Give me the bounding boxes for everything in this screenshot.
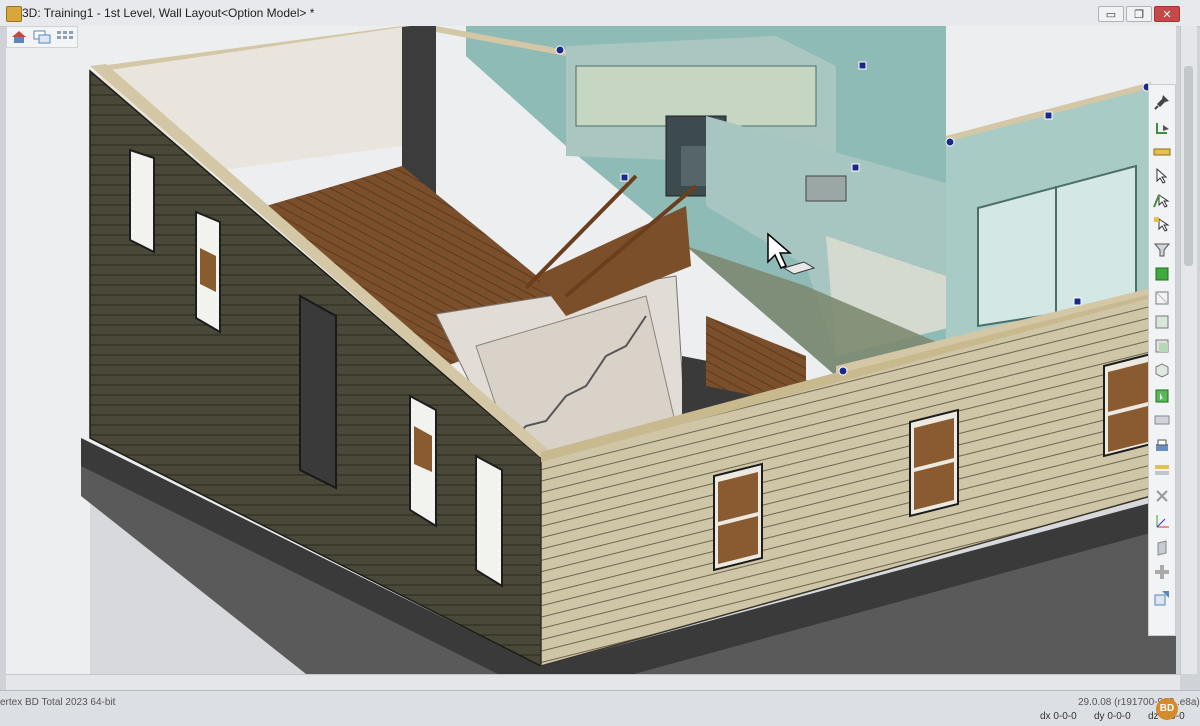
cube-side-icon[interactable] — [1153, 361, 1171, 379]
transfer-icon[interactable] — [1153, 589, 1171, 607]
selection-handle[interactable] — [555, 45, 565, 55]
panel-icon[interactable] — [1153, 539, 1171, 557]
status-bar: ertex BD Total 2023 64-bit 29.0.08 (r191… — [0, 690, 1200, 726]
select-objects-icon[interactable] — [1153, 167, 1171, 185]
selection-handle[interactable] — [945, 137, 955, 147]
print-icon[interactable] — [1153, 437, 1171, 455]
3d-viewport[interactable] — [6, 26, 1176, 674]
cube-front-icon[interactable] — [1153, 313, 1171, 331]
app-name-label: ertex BD Total 2023 64-bit — [0, 697, 116, 708]
window-title: 3D: Training1 - 1st Level, Wall Layout<O… — [22, 6, 315, 20]
view-toolbar — [6, 26, 78, 48]
restore-button[interactable]: ❐ — [1126, 6, 1152, 22]
layer-stack-icon[interactable] — [1153, 461, 1171, 479]
vertical-scrollbar-thumb[interactable] — [1184, 66, 1193, 266]
layer-icon[interactable] — [1153, 411, 1171, 429]
selection-handle[interactable] — [1044, 111, 1053, 120]
minimize-button[interactable]: ▭ — [1098, 6, 1124, 22]
window-tile-icon[interactable] — [33, 30, 51, 44]
ruler-icon[interactable] — [1153, 143, 1171, 161]
selection-handle[interactable] — [1073, 297, 1082, 306]
vertical-scrollbar[interactable] — [1180, 26, 1197, 674]
dx-readout: dx 0-0-0 — [1040, 711, 1077, 722]
avatar: BD — [1156, 698, 1178, 720]
version-label: 29.0.08 (r191700-9??..e8a) — [1078, 697, 1200, 708]
house-view-icon[interactable] — [10, 30, 28, 44]
selection-handle[interactable] — [851, 163, 860, 172]
close-button[interactable]: ✕ — [1154, 6, 1180, 22]
delete-icon[interactable] — [1153, 487, 1171, 505]
selection-handle[interactable] — [858, 61, 867, 70]
grid-view-icon[interactable] — [56, 30, 74, 44]
add-icon[interactable] — [1153, 563, 1171, 581]
select-edge-icon[interactable] — [1153, 191, 1171, 209]
selection-handle[interactable] — [620, 173, 629, 182]
filter-icon[interactable] — [1153, 241, 1171, 259]
horizontal-scrollbar[interactable] — [6, 674, 1180, 691]
select-group-icon[interactable] — [1153, 215, 1171, 233]
dy-readout: dy 0-0-0 — [1094, 711, 1131, 722]
cube-back-icon[interactable] — [1153, 337, 1171, 355]
3d-model-render — [81, 26, 1176, 674]
cube-select-icon[interactable] — [1153, 387, 1171, 405]
selection-handle[interactable] — [838, 366, 848, 376]
axis-icon[interactable] — [1153, 513, 1171, 531]
window-titlebar: 3D: Training1 - 1st Level, Wall Layout<O… — [0, 0, 1200, 27]
rotate-select-icon[interactable] — [1153, 119, 1171, 137]
app-icon — [6, 6, 22, 22]
cube-wire-icon[interactable] — [1153, 289, 1171, 307]
pin-icon[interactable] — [1153, 93, 1171, 111]
cube-solid-icon[interactable] — [1153, 265, 1171, 283]
right-toolbar — [1148, 84, 1176, 636]
